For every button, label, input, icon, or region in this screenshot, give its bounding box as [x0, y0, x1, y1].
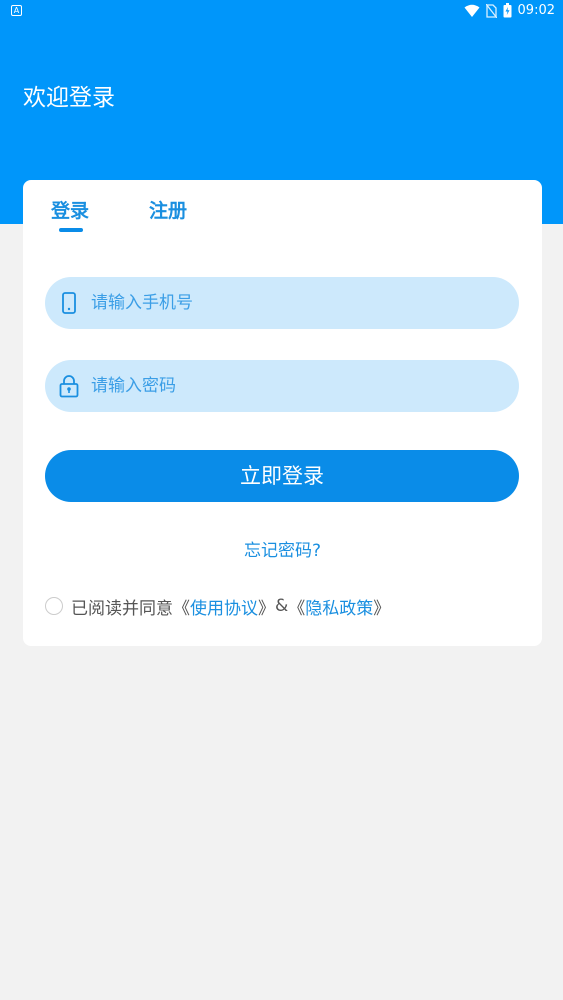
battery-icon: [503, 3, 512, 18]
open-quote: 《: [173, 598, 190, 619]
ampersand: &: [275, 596, 289, 616]
no-sim-icon: [485, 3, 497, 18]
phone-input[interactable]: [91, 277, 501, 329]
wifi-icon: [464, 4, 480, 17]
phone-field[interactable]: [45, 277, 519, 329]
login-button[interactable]: 立即登录: [45, 450, 519, 502]
privacy-link[interactable]: 隐私政策: [305, 594, 373, 619]
active-tab-indicator: [59, 228, 83, 232]
app-notification-icon: A: [11, 5, 22, 16]
close-quote: 》: [258, 598, 275, 619]
tab-login[interactable]: 登录: [51, 196, 89, 223]
close-quote-2: 》: [373, 598, 391, 619]
clock: 09:02: [517, 3, 555, 18]
page-title: 欢迎登录: [23, 85, 115, 111]
agreement-checkbox[interactable]: [45, 597, 63, 615]
password-input[interactable]: [91, 360, 501, 412]
forgot-password-link[interactable]: 忘记密码?: [23, 536, 542, 561]
lock-icon: [59, 375, 79, 398]
terms-link[interactable]: 使用协议: [190, 594, 258, 619]
password-field[interactable]: [45, 360, 519, 412]
status-icons: 09:02: [464, 3, 555, 18]
open-quote-2: 《: [288, 598, 306, 619]
agreement-row: 已阅读并同意 《 使用协议 》 & 《 隐私政策 》: [45, 594, 391, 619]
login-card: 登录 注册 立即登录 忘记密码? 已阅读并同意 《 使用协议 》 & 《 隐私政…: [23, 180, 542, 646]
status-bar: A 09:02: [0, 0, 563, 24]
agreement-prefix: 已阅读并同意: [71, 598, 173, 619]
tab-register[interactable]: 注册: [149, 196, 187, 223]
phone-icon: [62, 292, 76, 314]
